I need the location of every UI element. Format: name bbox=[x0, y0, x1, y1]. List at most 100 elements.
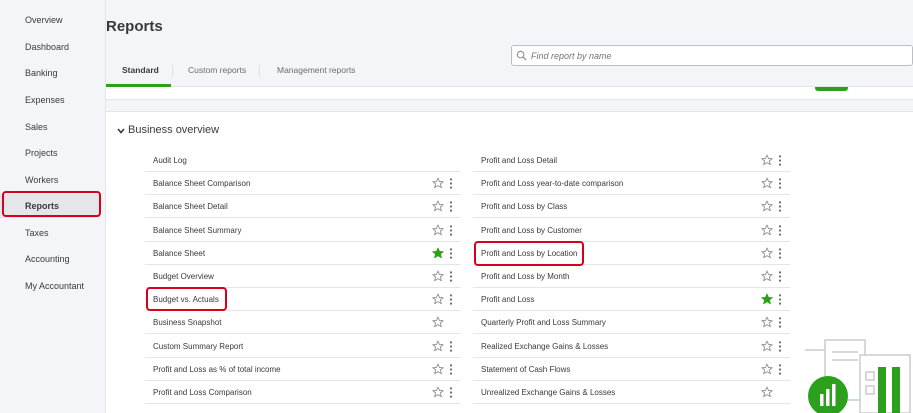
more-options-icon[interactable] bbox=[449, 271, 453, 282]
star-outline-icon[interactable] bbox=[761, 177, 773, 189]
report-row[interactable]: Profit and Loss as % of total income bbox=[145, 358, 461, 381]
sidebar-item-dashboard[interactable]: Dashboard bbox=[0, 35, 100, 59]
report-link[interactable]: Profit and Loss year-to-date comparison bbox=[481, 179, 623, 188]
star-outline-icon[interactable] bbox=[761, 224, 773, 236]
more-options-icon[interactable] bbox=[449, 248, 453, 259]
report-link[interactable]: Unrealized Exchange Gains & Losses bbox=[481, 388, 615, 397]
report-row[interactable]: Balance Sheet Detail bbox=[145, 195, 461, 219]
star-outline-icon[interactable] bbox=[761, 340, 773, 352]
report-link[interactable]: Profit and Loss by Customer bbox=[481, 226, 582, 235]
tab-custom-reports[interactable]: Custom reports bbox=[188, 59, 246, 87]
report-link[interactable]: Profit and Loss Comparison bbox=[153, 388, 252, 397]
more-options-icon[interactable] bbox=[449, 178, 453, 189]
star-filled-icon[interactable] bbox=[432, 247, 444, 259]
star-outline-icon[interactable] bbox=[432, 340, 444, 352]
more-options-icon[interactable] bbox=[778, 317, 782, 329]
more-options-icon[interactable] bbox=[778, 364, 782, 375]
report-row[interactable]: Balance Sheet bbox=[145, 242, 461, 265]
more-options-icon[interactable] bbox=[778, 294, 782, 305]
section-title-business-overview[interactable]: Business overview bbox=[128, 124, 219, 136]
report-row[interactable]: Quarterly Profit and Loss Summary bbox=[473, 311, 790, 335]
more-options-icon[interactable] bbox=[449, 201, 453, 213]
report-row[interactable]: Business Snapshot bbox=[145, 311, 461, 335]
report-link[interactable]: Budget Overview bbox=[153, 272, 214, 281]
report-row[interactable]: Balance Sheet Summary bbox=[145, 219, 461, 242]
report-row[interactable]: Profit and Loss by Month bbox=[473, 265, 790, 288]
star-outline-icon[interactable] bbox=[761, 316, 773, 328]
sidebar-item-accounting[interactable]: Accounting bbox=[0, 247, 100, 271]
report-row[interactable]: Profit and Loss by Customer bbox=[473, 219, 790, 242]
report-row[interactable]: Profit and Loss bbox=[473, 288, 790, 312]
sidebar-item-projects[interactable]: Projects bbox=[0, 141, 100, 165]
sidebar-item-reports[interactable]: Reports bbox=[0, 194, 100, 218]
sidebar-item-overview[interactable]: Overview bbox=[0, 8, 100, 32]
sidebar-item-workers[interactable]: Workers bbox=[0, 168, 100, 192]
star-outline-icon[interactable] bbox=[432, 200, 444, 212]
report-link[interactable]: Profit and Loss by Location bbox=[481, 249, 578, 258]
more-options-icon[interactable] bbox=[778, 178, 782, 189]
star-outline-icon[interactable] bbox=[432, 363, 444, 375]
report-link[interactable]: Budget vs. Actuals bbox=[153, 295, 219, 304]
report-link[interactable]: Business Snapshot bbox=[153, 318, 222, 327]
chevron-down-icon[interactable] bbox=[117, 128, 125, 134]
more-options-icon[interactable] bbox=[449, 364, 453, 375]
report-link[interactable]: Profit and Loss as % of total income bbox=[153, 365, 281, 374]
more-options-icon[interactable] bbox=[449, 294, 453, 305]
report-row[interactable]: Balance Sheet Comparison bbox=[145, 172, 461, 196]
report-link[interactable]: Profit and Loss by Month bbox=[481, 272, 570, 281]
more-options-icon[interactable] bbox=[778, 201, 782, 213]
star-outline-icon[interactable] bbox=[432, 316, 444, 328]
star-outline-icon[interactable] bbox=[761, 386, 773, 398]
more-options-icon[interactable] bbox=[778, 248, 782, 259]
report-row[interactable]: Budget Overview bbox=[145, 265, 461, 288]
report-link[interactable]: Audit Log bbox=[153, 156, 187, 165]
report-row[interactable]: Statement of Cash Flows bbox=[473, 358, 790, 381]
star-outline-icon[interactable] bbox=[761, 154, 773, 166]
report-row[interactable]: Profit and Loss year-to-date comparison bbox=[473, 172, 790, 196]
sidebar-item-taxes[interactable]: Taxes bbox=[0, 221, 100, 245]
report-link[interactable]: Balance Sheet Comparison bbox=[153, 179, 250, 188]
more-options-icon[interactable] bbox=[778, 340, 782, 352]
report-row[interactable]: Realized Exchange Gains & Losses bbox=[473, 335, 790, 358]
report-row[interactable]: Profit and Loss Detail bbox=[473, 149, 790, 172]
report-link[interactable]: Custom Summary Report bbox=[153, 342, 243, 351]
more-options-icon[interactable] bbox=[449, 340, 453, 352]
more-options-icon[interactable] bbox=[778, 155, 782, 166]
report-link[interactable]: Balance Sheet Detail bbox=[153, 202, 228, 211]
sidebar-item-sales[interactable]: Sales bbox=[0, 115, 100, 139]
report-link[interactable]: Statement of Cash Flows bbox=[481, 365, 570, 374]
report-row[interactable]: Custom Summary Report bbox=[145, 335, 461, 358]
more-options-icon[interactable] bbox=[778, 271, 782, 282]
star-outline-icon[interactable] bbox=[432, 270, 444, 282]
report-link[interactable]: Quarterly Profit and Loss Summary bbox=[481, 318, 606, 327]
sidebar-item-banking[interactable]: Banking bbox=[0, 61, 100, 85]
more-options-icon[interactable] bbox=[449, 387, 453, 398]
star-outline-icon[interactable] bbox=[432, 177, 444, 189]
report-link[interactable]: Realized Exchange Gains & Losses bbox=[481, 342, 608, 351]
star-outline-icon[interactable] bbox=[761, 247, 773, 259]
sidebar-item-my-accountant[interactable]: My Accountant bbox=[0, 274, 100, 298]
report-link[interactable]: Profit and Loss bbox=[481, 295, 534, 304]
more-options-icon[interactable] bbox=[778, 224, 782, 236]
report-row[interactable]: Audit Log bbox=[145, 149, 461, 172]
report-link[interactable]: Profit and Loss Detail bbox=[481, 156, 557, 165]
report-row[interactable]: Profit and Loss by Class bbox=[473, 195, 790, 219]
star-filled-icon[interactable] bbox=[761, 293, 773, 305]
tab-standard[interactable]: Standard bbox=[106, 59, 171, 87]
star-outline-icon[interactable] bbox=[432, 386, 444, 398]
report-link[interactable]: Profit and Loss by Class bbox=[481, 202, 567, 211]
report-row[interactable]: Budget vs. Actuals bbox=[145, 288, 461, 312]
star-outline-icon[interactable] bbox=[432, 224, 444, 236]
report-row[interactable]: Profit and Loss by Location bbox=[473, 242, 790, 265]
tab-management-reports[interactable]: Management reports bbox=[277, 59, 355, 87]
sidebar-item-expenses[interactable]: Expenses bbox=[0, 88, 100, 112]
report-link[interactable]: Balance Sheet Summary bbox=[153, 226, 242, 235]
star-outline-icon[interactable] bbox=[432, 293, 444, 305]
star-outline-icon[interactable] bbox=[761, 270, 773, 282]
report-link[interactable]: Balance Sheet bbox=[153, 249, 205, 258]
more-options-icon[interactable] bbox=[449, 224, 453, 236]
star-outline-icon[interactable] bbox=[761, 363, 773, 375]
report-row[interactable]: Unrealized Exchange Gains & Losses bbox=[473, 381, 790, 404]
star-outline-icon[interactable] bbox=[761, 200, 773, 212]
report-row[interactable]: Profit and Loss Comparison bbox=[145, 381, 461, 404]
